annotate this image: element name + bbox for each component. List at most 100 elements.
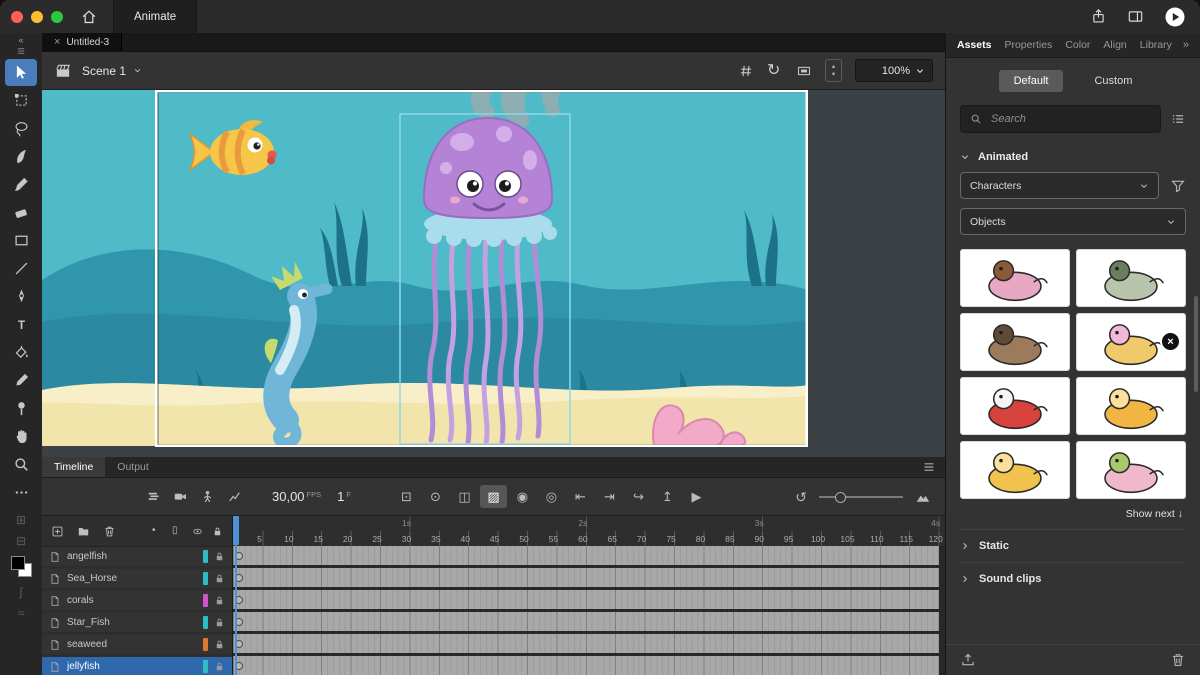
scene-name[interactable]: Scene 1 [82,64,126,78]
rectangle-tool[interactable] [5,227,37,254]
onion-skin-outline-button[interactable]: ◎ [538,485,565,508]
panel-tab-library[interactable]: Library [1140,39,1172,51]
zoom-level-select[interactable]: 100% [855,59,933,82]
lock-icon[interactable] [214,573,225,584]
lock-icon[interactable] [214,551,225,562]
close-window-button[interactable] [11,10,23,23]
stage-canvas[interactable] [42,90,945,457]
fluid-brush-tool[interactable] [5,143,37,170]
frames-row-angelfish[interactable] [233,546,939,565]
lock-icon[interactable] [214,617,225,628]
section-static[interactable]: Static [960,529,1186,562]
maximize-window-button[interactable] [51,10,63,23]
section-sound-clips[interactable]: Sound clips [960,562,1186,595]
panel-menu-icon[interactable] [16,46,26,56]
loop-range-button[interactable]: ⊙ [422,485,449,508]
onion-skin-button[interactable]: ◉ [509,485,536,508]
filter-icon[interactable] [1170,178,1186,194]
export-frame-button[interactable]: ↥ [654,485,681,508]
eraser-tool[interactable] [5,199,37,226]
chevron-down-icon[interactable] [133,66,142,75]
tab-timeline[interactable]: Timeline [42,457,106,477]
lasso-tool[interactable] [5,115,37,142]
layer-view-button[interactable] [146,489,161,504]
layer-row-corals[interactable]: corals [42,591,232,610]
minimize-window-button[interactable] [31,10,43,23]
default-tab[interactable]: Default [998,70,1064,92]
stroke-color-swatch[interactable] [10,556,25,570]
stage-size-stepper[interactable]: ▴ ▾ [825,59,842,82]
app-tab-animate[interactable]: Animate [113,0,198,33]
asset-thumbnail-yellow-dog-sitting[interactable] [960,441,1070,499]
workspace-icon[interactable] [1127,8,1144,25]
visibility-column-icon[interactable] [192,526,203,537]
eyedropper-tool[interactable] [5,367,37,394]
zoom-tool[interactable] [5,451,37,478]
asset-warp-tool[interactable] [5,395,37,422]
selection-tool[interactable] [5,59,37,86]
free-transform-tool[interactable] [5,87,37,114]
asset-thumbnail-monkey-on-pig[interactable] [960,249,1070,307]
layer-row-jellyfish[interactable]: jellyfish [42,657,232,675]
prev-keyframe-button[interactable]: ⇤ [567,485,594,508]
edit-toolbar-button[interactable] [5,479,37,506]
slider-knob[interactable] [835,491,846,503]
characters-dropdown[interactable]: Characters [960,172,1159,199]
add-camera-button[interactable] [173,489,188,504]
frames-row-Sea_Horse[interactable] [233,568,939,587]
asset-thumbnail-wolf[interactable] [960,313,1070,371]
next-keyframe-button[interactable]: ⇥ [596,485,623,508]
lock-icon[interactable] [214,595,225,606]
frame-rate-control[interactable]: 30,00 FPS [272,489,321,504]
loop-button[interactable]: ↺ [795,490,807,504]
classic-brush-tool[interactable] [5,171,37,198]
hand-tool[interactable] [5,423,37,450]
highlight-column-icon[interactable]: • [152,525,163,537]
frames-row-corals[interactable] [233,590,939,609]
line-tool[interactable] [5,255,37,282]
delete-layer-button[interactable] [103,525,116,538]
graph-editor-button[interactable] [227,489,242,504]
step-forward-button[interactable]: ↪ [625,485,652,508]
pen-tool[interactable] [5,283,37,310]
current-frame-control[interactable]: 1 F [337,489,351,504]
search-input[interactable] [989,112,1151,126]
show-next-link[interactable]: Show next ↓ [960,508,1186,520]
asset-thumbnail-santa-claus[interactable] [960,377,1070,435]
home-icon[interactable] [81,9,97,25]
panel-menu-icon[interactable] [922,460,936,474]
frames-area[interactable]: 1s 2s 3s 4s 5 10 15 20 25 30 35 40 45 50 55 60 65 70 75 80… [233,516,945,675]
new-folder-button[interactable] [77,525,90,538]
layer-parenting-button[interactable] [200,489,215,504]
asset-thumbnail-snail[interactable]: × [1076,313,1186,371]
playhead-handle[interactable] [233,516,239,545]
onion-marker-icon[interactable]: ⊞ [16,514,26,526]
collapse-panel-icon[interactable]: « [18,36,23,45]
panel-tab-align[interactable]: Align [1103,39,1126,51]
lock-icon[interactable] [214,661,225,672]
section-animated[interactable]: Animated [960,151,1186,163]
rotation-icon[interactable]: ↻ [767,62,783,79]
text-tool[interactable] [5,311,37,338]
asset-thumbnail-zombie-boy[interactable] [1076,249,1186,307]
layer-row-Star_Fish[interactable]: Star_Fish [42,613,232,632]
camera-column-icon[interactable]: ▯ [172,525,183,537]
split-view-button[interactable]: ◫ [451,485,478,508]
quick-publish-icon[interactable] [1164,6,1186,28]
lock-icon[interactable] [214,639,225,650]
share-icon[interactable] [1090,8,1107,25]
view-options-icon[interactable] [1170,111,1186,127]
scrollbar[interactable] [1194,296,1198,392]
delete-asset-icon[interactable] [1170,652,1186,668]
frame-picker-icon[interactable]: ⊟ [16,535,26,547]
panel-tab-properties[interactable]: Properties [1004,39,1052,51]
tab-output[interactable]: Output [105,457,161,477]
panel-tab-assets[interactable]: Assets [957,39,991,51]
frames-row-seaweed[interactable] [233,634,939,653]
snap-grid-icon[interactable] [738,63,754,79]
asset-thumbnail-pink-jellyfish[interactable] [1076,441,1186,499]
layer-row-angelfish[interactable]: angelfish [42,547,232,566]
clip-bounds-icon[interactable] [796,63,812,79]
custom-tab[interactable]: Custom [1079,70,1147,92]
frames-row-jellyfish[interactable] [233,656,939,675]
